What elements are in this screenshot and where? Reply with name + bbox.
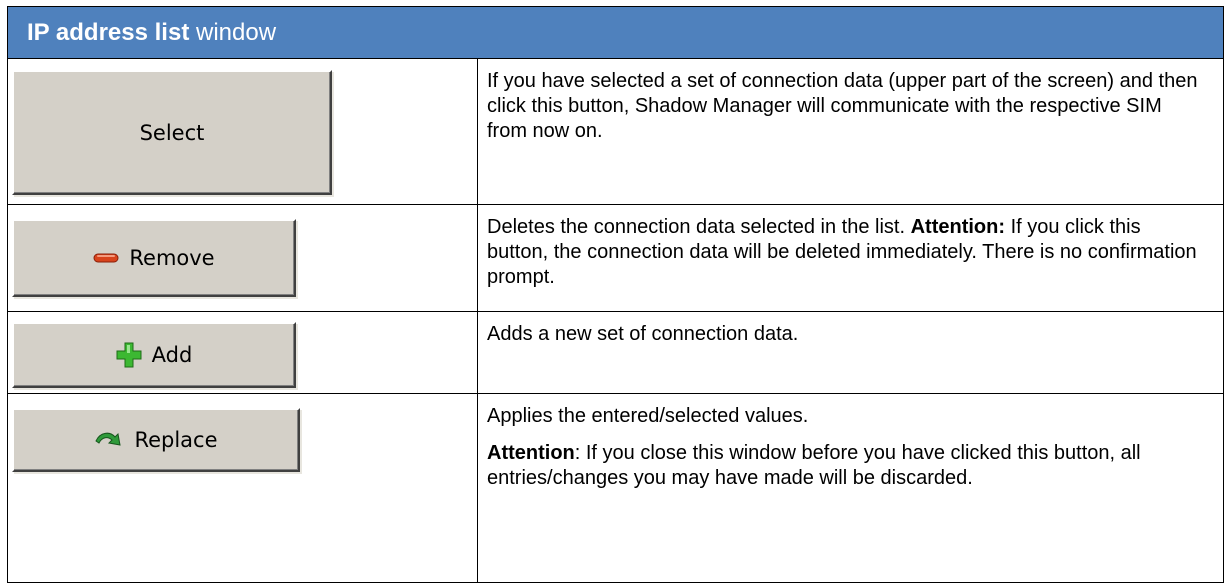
table-row: Remove Deletes the connection data selec… [7, 204, 1224, 312]
table-row: Add Adds a new set of connection data. [7, 311, 1224, 394]
table-header: IP address list window [7, 6, 1224, 59]
replace-button-label: Replace [134, 428, 218, 452]
add-button[interactable]: Add [12, 322, 296, 388]
replace-arrow-icon [94, 429, 124, 451]
add-button-label: Add [151, 343, 193, 367]
replace-description-p1: Applies the entered/selected values. [487, 405, 809, 427]
header-title-rest: window [189, 19, 277, 46]
button-image-cell: Remove [7, 204, 478, 312]
remove-button[interactable]: Remove [12, 219, 296, 297]
description-cell: Adds a new set of connection data. [477, 311, 1224, 394]
add-description: Adds a new set of connection data. [487, 323, 799, 345]
description-cell: If you have selected a set of connection… [477, 58, 1224, 205]
replace-button[interactable]: Replace [12, 408, 300, 472]
select-button-label: Select [139, 120, 205, 145]
description-cell: Deletes the connection data selected in … [477, 204, 1224, 312]
remove-button-label: Remove [129, 246, 215, 270]
header-title-bold: IP address list [27, 19, 190, 46]
table-row: Replace Applies the entered/selected val… [7, 393, 1224, 583]
replace-description-p2: Attention: If you close this window befo… [487, 442, 1141, 489]
button-image-cell: Add [7, 311, 478, 394]
table-row: Select If you have selected a set of con… [7, 58, 1224, 205]
button-image-cell: Replace [7, 393, 478, 583]
description-cell: Applies the entered/selected values. Att… [477, 393, 1224, 583]
button-image-cell: Select [7, 58, 478, 205]
ip-address-list-table: IP address list window Select If you hav… [7, 6, 1224, 583]
minus-icon [93, 253, 119, 263]
remove-description: Deletes the connection data selected in … [487, 216, 1197, 288]
select-description: If you have selected a set of connection… [487, 70, 1198, 142]
select-button[interactable]: Select [12, 70, 332, 195]
plus-icon [116, 342, 142, 368]
